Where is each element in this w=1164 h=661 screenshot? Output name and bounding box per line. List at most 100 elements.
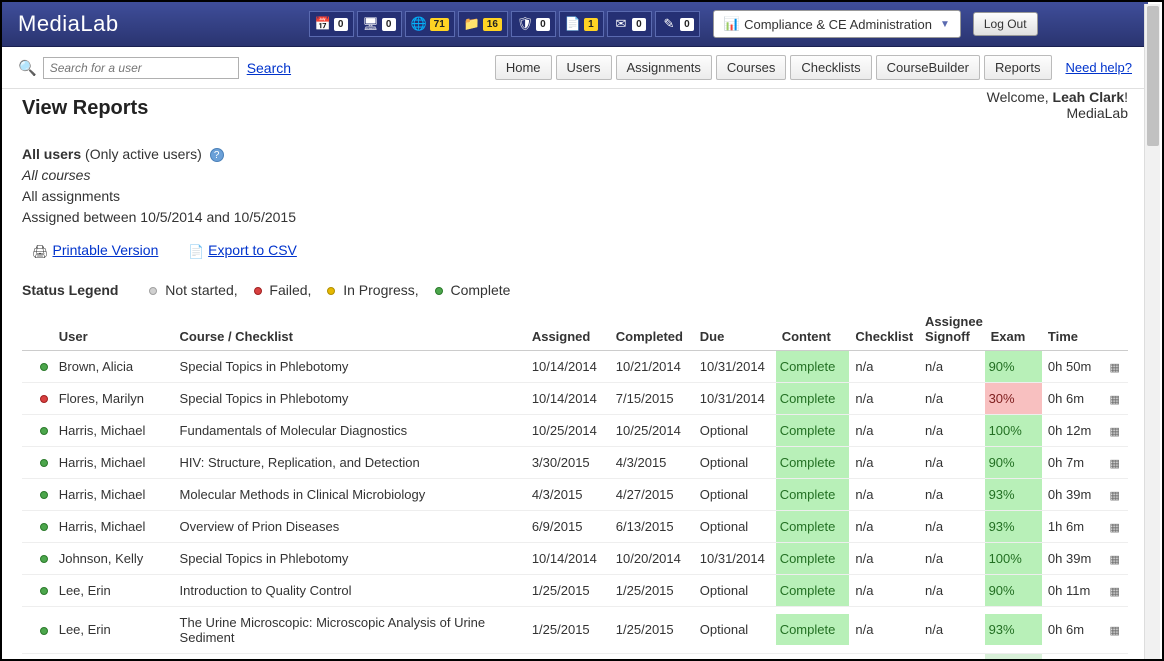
need-help-link[interactable]: Need help? — [1066, 60, 1133, 75]
shield-icon[interactable]: 🛡0 — [511, 11, 556, 37]
cell-content: Complete — [776, 574, 850, 606]
cell-status — [22, 414, 53, 446]
search-icon: 🔍 — [18, 59, 37, 77]
cell-assigned: 6/9/2015 — [526, 510, 610, 542]
cell-status — [22, 606, 53, 653]
cell-course: Introduction to Quality Control — [174, 574, 526, 606]
cell-exam: 30% — [985, 382, 1042, 414]
admin-dropdown-label: Compliance & CE Administration — [744, 17, 932, 32]
cell-exam: 93% — [985, 606, 1042, 653]
cell-content: Complete — [776, 478, 850, 510]
cell-due: Optional — [694, 574, 776, 606]
cell-content: Complete — [776, 350, 850, 382]
cell-due: 10/31/2014 — [694, 350, 776, 382]
edit-icon-glyph: ✎ — [661, 16, 677, 32]
details-icon[interactable]: ▦ — [1109, 586, 1119, 598]
view-icon-badge: 0 — [382, 18, 396, 31]
vertical-scrollbar[interactable] — [1144, 4, 1160, 659]
logout-button[interactable]: Log Out — [973, 12, 1038, 36]
scrollbar-thumb[interactable] — [1147, 6, 1159, 146]
cell-assigned: 1/25/2015 — [526, 574, 610, 606]
cell-action: ▦ — [1101, 653, 1128, 659]
table-row: Flores, MarilynSpecial Topics in Phlebot… — [22, 382, 1128, 414]
cell-status — [22, 510, 53, 542]
cell-checklist: n/a — [849, 574, 919, 606]
cell-completed: 9/5/2015 — [610, 653, 694, 659]
cell-due: Optional — [694, 478, 776, 510]
shield-icon-badge: 0 — [536, 18, 550, 31]
cell-exam: 100% — [985, 414, 1042, 446]
th-course[interactable]: Course / Checklist — [174, 308, 526, 351]
cell-course: Molecular Methods in Clinical Microbiolo… — [174, 478, 526, 510]
cell-signoff: n/a — [919, 542, 985, 574]
details-icon[interactable]: ▦ — [1109, 426, 1119, 438]
th-signoff[interactable]: Assignee Signoff — [919, 308, 985, 351]
dot-failed — [254, 287, 262, 295]
table-row: Johnson, KellySpecial Topics in Phleboto… — [22, 542, 1128, 574]
cell-content: Complete — [776, 653, 850, 659]
cell-assigned: 3/30/2015 — [526, 446, 610, 478]
view-icon[interactable]: 🖥0 — [357, 11, 402, 37]
tab-assignments[interactable]: Assignments — [616, 55, 712, 80]
th-user[interactable]: User — [53, 308, 174, 351]
table-row: Lee, ErinIntroduction to Quality Control… — [22, 574, 1128, 606]
cell-course: Cardiac Biomarkers — [174, 653, 526, 659]
cell-exam: 90% — [985, 350, 1042, 382]
cell-due: 10/31/2014 — [694, 542, 776, 574]
cell-completed: 10/25/2014 — [610, 414, 694, 446]
admin-dropdown[interactable]: 📊 Compliance & CE Administration ▼ — [713, 10, 961, 38]
print-icon: 🖨 — [32, 244, 49, 259]
details-icon[interactable]: ▦ — [1109, 490, 1119, 502]
doc-icon[interactable]: 📄1 — [559, 11, 604, 37]
tab-users[interactable]: Users — [556, 55, 612, 80]
cell-user: Flores, Marilyn — [53, 382, 174, 414]
details-icon[interactable]: ▦ — [1109, 522, 1119, 534]
th-time[interactable]: Time — [1042, 308, 1101, 351]
export-csv-link[interactable]: Export to CSV — [208, 242, 297, 258]
tab-courses[interactable]: Courses — [716, 55, 786, 80]
cell-checklist: n/a — [849, 446, 919, 478]
cell-course: Special Topics in Phlebotomy — [174, 542, 526, 574]
th-due[interactable]: Due — [694, 308, 776, 351]
th-checklist[interactable]: Checklist — [849, 308, 919, 351]
tab-reports[interactable]: Reports — [984, 55, 1052, 80]
tab-home[interactable]: Home — [495, 55, 552, 80]
dot-inprogress — [327, 287, 335, 295]
th-assigned[interactable]: Assigned — [526, 308, 610, 351]
mail-icon[interactable]: ✉0 — [607, 11, 652, 37]
tab-coursebuilder[interactable]: CourseBuilder — [876, 55, 980, 80]
cell-checklist: n/a — [849, 542, 919, 574]
details-icon[interactable]: ▦ — [1109, 625, 1119, 637]
cell-course: Fundamentals of Molecular Diagnostics — [174, 414, 526, 446]
logo: MediaLab — [18, 11, 119, 37]
table-row: Miller, AnabelCardiac Biomarkers6/5/2015… — [22, 653, 1128, 659]
th-content[interactable]: Content — [776, 308, 850, 351]
cell-user: Lee, Erin — [53, 574, 174, 606]
cal-icon[interactable]: 📅0 — [309, 11, 354, 37]
details-icon[interactable]: ▦ — [1109, 394, 1119, 406]
cell-time: 0h 6m — [1042, 382, 1101, 414]
details-icon[interactable]: ▦ — [1109, 362, 1119, 374]
dot-notstarted — [149, 287, 157, 295]
th-completed[interactable]: Completed — [610, 308, 694, 351]
edit-icon[interactable]: ✎0 — [655, 11, 700, 37]
cell-completed: 10/20/2014 — [610, 542, 694, 574]
cell-signoff: n/a — [919, 606, 985, 653]
status-dot — [40, 395, 48, 403]
cell-due: 10/31/2014 — [694, 382, 776, 414]
details-icon[interactable]: ▦ — [1109, 554, 1119, 566]
tab-checklists[interactable]: Checklists — [790, 55, 871, 80]
folder-icon[interactable]: 📁16 — [458, 11, 508, 37]
cell-content: Complete — [776, 414, 850, 446]
search-input[interactable] — [43, 57, 239, 79]
cell-status — [22, 574, 53, 606]
cell-checklist: n/a — [849, 350, 919, 382]
globe-icon[interactable]: 🌐71 — [405, 11, 455, 37]
th-exam[interactable]: Exam — [985, 308, 1042, 351]
cell-completed: 4/3/2015 — [610, 446, 694, 478]
help-icon[interactable]: ? — [210, 148, 224, 162]
details-icon[interactable]: ▦ — [1109, 458, 1119, 470]
search-link[interactable]: Search — [247, 60, 291, 76]
cell-course: HIV: Structure, Replication, and Detecti… — [174, 446, 526, 478]
printable-link[interactable]: Printable Version — [53, 242, 159, 258]
